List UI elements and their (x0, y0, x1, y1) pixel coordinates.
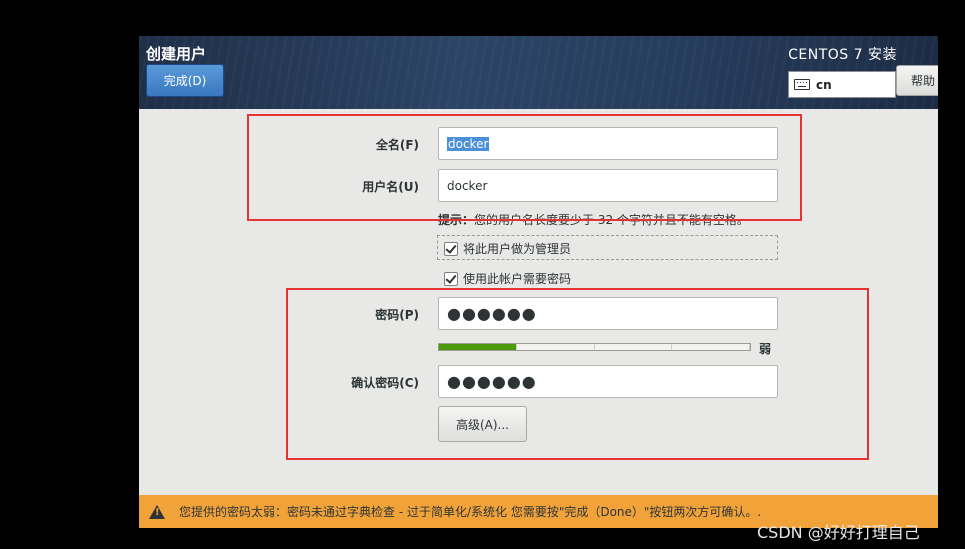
admin-checkbox-row[interactable]: 将此用户做为管理员 (444, 240, 571, 257)
advanced-button[interactable]: 高级(A)... (438, 406, 527, 442)
done-button[interactable]: 完成(D) (146, 64, 224, 97)
admin-checkbox-label: 将此用户做为管理员 (463, 242, 572, 256)
strength-segment (439, 344, 517, 350)
require-password-checkbox-row[interactable]: 使用此帐户需要密码 (444, 270, 571, 287)
keyboard-icon (794, 79, 810, 90)
username-input[interactable]: docker (438, 169, 778, 202)
admin-checkbox[interactable] (444, 241, 458, 256)
password-label: 密码(P) (375, 308, 419, 322)
strength-segment (672, 344, 750, 350)
fullname-value: docker (447, 136, 490, 151)
keyboard-layout-indicator[interactable]: cn (788, 71, 896, 98)
keyboard-layout-label: cn (816, 77, 832, 92)
require-password-label: 使用此帐户需要密码 (463, 272, 572, 286)
username-hint: 提示：您的用户名长度要少于 32 个字符并且不能有空格。 (438, 211, 749, 228)
fullname-input[interactable]: docker (438, 127, 778, 160)
username-value: docker (447, 178, 488, 193)
warning-icon (149, 504, 165, 519)
password-strength-label: 弱 (759, 342, 772, 356)
create-user-window: 创建用户 完成(D) CENTOS 7 安装 cn 帮助 全名(F) docke… (139, 36, 938, 528)
help-button[interactable]: 帮助 (896, 65, 938, 96)
confirm-password-label: 确认密码(C) (351, 376, 419, 390)
username-label: 用户名(U) (362, 180, 419, 194)
require-password-checkbox[interactable] (444, 271, 458, 286)
password-value: ●●●●●● (447, 304, 537, 323)
header-bar: 创建用户 完成(D) CENTOS 7 安装 cn 帮助 (139, 36, 938, 109)
confirm-password-value: ●●●●●● (447, 372, 537, 391)
confirm-password-input[interactable]: ●●●●●● (438, 365, 778, 398)
password-input[interactable]: ●●●●●● (438, 297, 778, 330)
strength-segment (594, 344, 673, 350)
hint-text: 您的用户名长度要少于 32 个字符并且不能有空格。 (474, 213, 749, 227)
spoke-title: 创建用户 (146, 45, 207, 63)
product-title: CENTOS 7 安装 (788, 47, 897, 63)
hint-prefix: 提示： (438, 213, 475, 227)
password-strength-bar (438, 343, 751, 351)
strength-segment (516, 344, 595, 350)
fullname-label: 全名(F) (375, 138, 419, 152)
watermark: CSDN @好好打理自己 (757, 523, 920, 542)
warning-message: 您提供的密码太弱：密码未通过字典检查 - 过于简单化/系统化 您需要按"完成（D… (179, 505, 762, 519)
